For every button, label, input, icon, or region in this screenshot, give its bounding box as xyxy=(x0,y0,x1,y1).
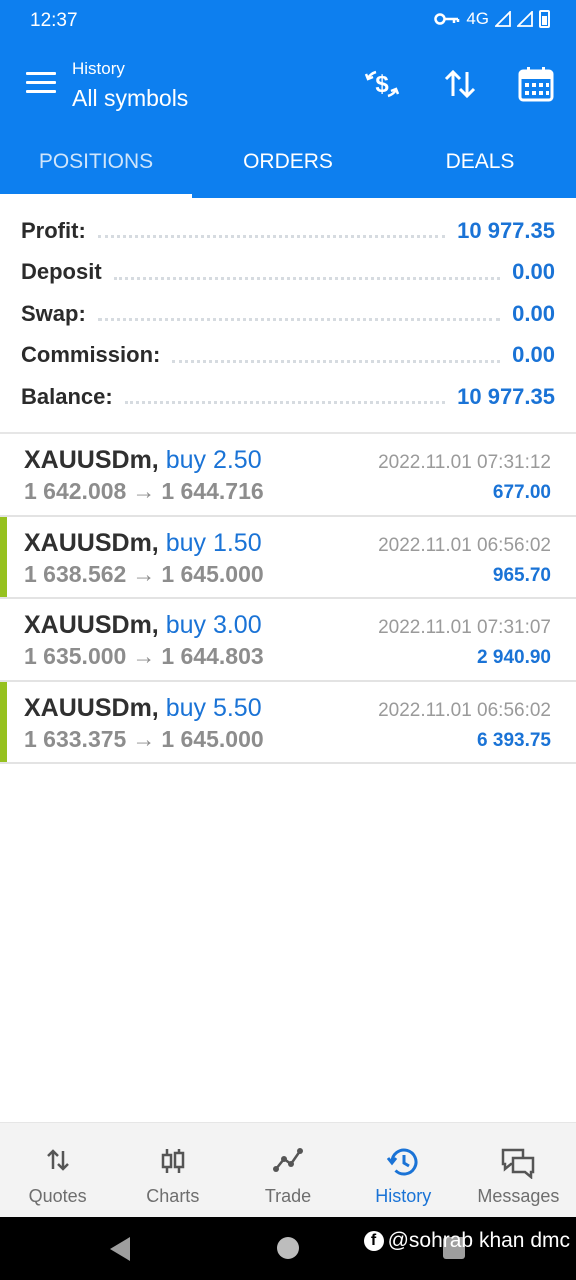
summary-value: 0.00 xyxy=(512,300,555,326)
signal-icon xyxy=(495,11,511,27)
deal-marker xyxy=(0,681,7,762)
deal-time: 2022.11.01 06:56:02 xyxy=(378,699,551,721)
tab-deals[interactable]: DEALS xyxy=(384,126,576,198)
deal-symbol: XAUUSDm, buy 5.50 xyxy=(24,693,262,722)
list-item[interactable]: XAUUSDm, buy 5.50 1 633.375 → 1 645.000 20… xyxy=(0,681,576,764)
deal-direction: buy 2.50 xyxy=(165,446,262,474)
nav-history[interactable]: History xyxy=(346,1123,461,1217)
summary-value: 10 977.35 xyxy=(457,383,555,409)
bottom-nav: Quotes Charts Trade History Messages xyxy=(0,1122,576,1217)
summary-value: 0.00 xyxy=(512,259,555,285)
list-item[interactable]: XAUUSDm, buy 2.50 1 642.008 → 1 644.716 20… xyxy=(0,434,576,517)
deal-symbol: XAUUSDm, buy 3.00 xyxy=(24,611,262,639)
status-bar: 12:37 4G xyxy=(0,0,576,42)
page-subtitle: History xyxy=(72,59,125,78)
deal-prices: 1 633.375 → 1 645.000 xyxy=(24,725,264,752)
nav-charts[interactable]: Charts xyxy=(115,1123,230,1217)
home-icon[interactable] xyxy=(277,1237,299,1259)
quotes-arrows-icon xyxy=(46,1149,69,1171)
signal-icon xyxy=(517,11,533,27)
deal-marker xyxy=(0,516,7,597)
sort-icon[interactable] xyxy=(440,64,480,104)
list-item[interactable]: XAUUSDm, buy 1.50 1 638.562 → 1 645.000 20… xyxy=(0,516,576,599)
menu-button[interactable] xyxy=(26,72,56,96)
deal-profit: 6 393.75 xyxy=(477,729,551,751)
summary-label: Deposit xyxy=(21,259,102,285)
status-time: 12:37 xyxy=(30,10,78,31)
arrow-right-icon: → xyxy=(132,643,156,669)
status-icons: 4G xyxy=(434,9,550,29)
summary-value: 0.00 xyxy=(512,342,555,368)
svg-text:$: $ xyxy=(375,71,389,98)
dotted-leader xyxy=(97,235,446,239)
deal-prices: 1 642.008 → 1 644.716 xyxy=(24,478,264,504)
positions-list: XAUUSDm, buy 2.50 1 642.008 → 1 644.716 20… xyxy=(0,434,576,764)
arrow-right-icon: → xyxy=(132,725,156,752)
symbol-filter-title[interactable]: All symbols xyxy=(72,85,188,112)
dotted-leader xyxy=(124,401,446,405)
watermark: f @sohrab khan dmc xyxy=(363,1229,570,1253)
calendar-icon[interactable] xyxy=(516,64,556,104)
battery-icon xyxy=(539,10,550,28)
summary-row-deposit: Deposit 0.00 xyxy=(0,252,576,294)
network-type: 4G xyxy=(466,9,489,28)
dotted-leader xyxy=(113,276,501,280)
key-icon xyxy=(434,13,460,25)
list-item[interactable]: XAUUSDm, buy 3.00 1 635.000 → 1 644.803 20… xyxy=(0,599,576,682)
facebook-icon: f xyxy=(363,1231,384,1251)
arrow-right-icon: → xyxy=(132,478,156,504)
app-bar: History All symbols $ xyxy=(0,42,576,126)
summary-label: Profit: xyxy=(21,217,86,243)
system-nav-bar: f @sohrab khan dmc xyxy=(0,1217,576,1280)
nav-trade[interactable]: Trade xyxy=(230,1123,345,1217)
history-clock-icon xyxy=(387,1148,418,1176)
nav-quotes[interactable]: Quotes xyxy=(0,1123,115,1217)
deal-symbol: XAUUSDm, buy 1.50 xyxy=(24,528,262,557)
deal-time: 2022.11.01 07:31:07 xyxy=(378,617,551,638)
summary-label: Balance: xyxy=(21,383,113,409)
deal-symbol: XAUUSDm, buy 2.50 xyxy=(24,446,262,474)
summary-row-swap: Swap: 0.00 xyxy=(0,293,576,335)
nav-messages[interactable]: Messages xyxy=(461,1123,576,1217)
deal-profit: 677.00 xyxy=(492,482,551,503)
tab-positions[interactable]: POSITIONS xyxy=(0,126,192,198)
tab-orders[interactable]: ORDERS xyxy=(192,126,384,198)
deal-direction: buy 1.50 xyxy=(165,528,262,557)
summary-row-balance: Balance: 10 977.35 xyxy=(0,376,576,418)
currency-exchange-icon[interactable]: $ xyxy=(362,64,402,104)
deal-profit: 2 940.90 xyxy=(477,647,551,668)
summary-label: Swap: xyxy=(21,300,86,326)
dotted-leader xyxy=(97,318,501,322)
summary-row-profit: Profit: 10 977.35 xyxy=(0,210,576,252)
deal-time: 2022.11.01 07:31:12 xyxy=(378,452,551,473)
deal-prices: 1 638.562 → 1 645.000 xyxy=(24,560,264,587)
dotted-leader xyxy=(172,359,501,363)
deal-profit: 965.70 xyxy=(492,564,551,586)
messages-icon xyxy=(502,1148,535,1179)
history-tabs: POSITIONS ORDERS DEALS xyxy=(0,126,576,198)
candlestick-icon xyxy=(161,1149,185,1173)
summary-value: 10 977.35 xyxy=(457,217,555,243)
deal-direction: buy 5.50 xyxy=(165,693,262,722)
summary-row-commission: Commission: 0.00 xyxy=(0,335,576,377)
summary-label: Commission: xyxy=(21,342,161,368)
account-summary: Profit: 10 977.35 Deposit 0.00 Swap: 0.0… xyxy=(0,210,576,418)
arrow-right-icon: → xyxy=(132,560,156,587)
deal-prices: 1 635.000 → 1 644.803 xyxy=(24,643,264,669)
deal-direction: buy 3.00 xyxy=(165,611,262,639)
trade-line-icon xyxy=(273,1148,303,1172)
deal-time: 2022.11.01 06:56:02 xyxy=(378,534,551,556)
back-icon[interactable] xyxy=(110,1237,130,1261)
